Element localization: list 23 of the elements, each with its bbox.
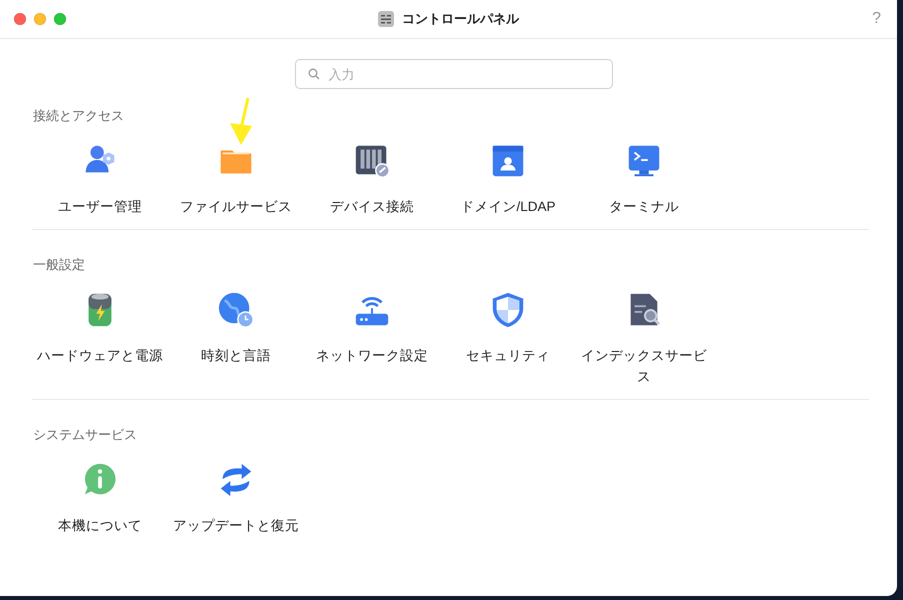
- control-panel-icon: [378, 11, 394, 27]
- section-title: 接続とアクセス: [33, 107, 125, 125]
- settings-item[interactable]: ドメイン/LDAP: [440, 142, 576, 217]
- settings-item[interactable]: 時刻と言語: [168, 291, 304, 387]
- zoom-button[interactable]: [54, 13, 66, 25]
- settings-item[interactable]: ハードウェアと電源: [32, 291, 168, 387]
- settings-item[interactable]: ネットワーク設定: [304, 291, 440, 387]
- settings-item[interactable]: ターミナル: [576, 142, 712, 217]
- settings-item[interactable]: デバイス接続: [304, 142, 440, 217]
- settings-item[interactable]: セキュリティ: [440, 291, 576, 387]
- section-title: 一般設定: [33, 256, 86, 274]
- close-button[interactable]: [14, 13, 26, 25]
- settings-item[interactable]: ユーザー管理: [32, 142, 168, 217]
- section-title: システムサービス: [33, 426, 138, 444]
- settings-item[interactable]: インデックスサービス: [576, 291, 712, 387]
- search-field[interactable]: 入力: [294, 59, 612, 89]
- settings-item[interactable]: 本機について: [32, 461, 168, 536]
- minimize-button[interactable]: [34, 13, 46, 25]
- settings-item[interactable]: ファイルサービス: [168, 142, 304, 217]
- window-title: コントロールパネル: [402, 10, 519, 28]
- settings-item[interactable]: アップデートと復元: [168, 461, 304, 536]
- search-icon: [308, 68, 320, 80]
- globe-clock-icon: [217, 291, 255, 329]
